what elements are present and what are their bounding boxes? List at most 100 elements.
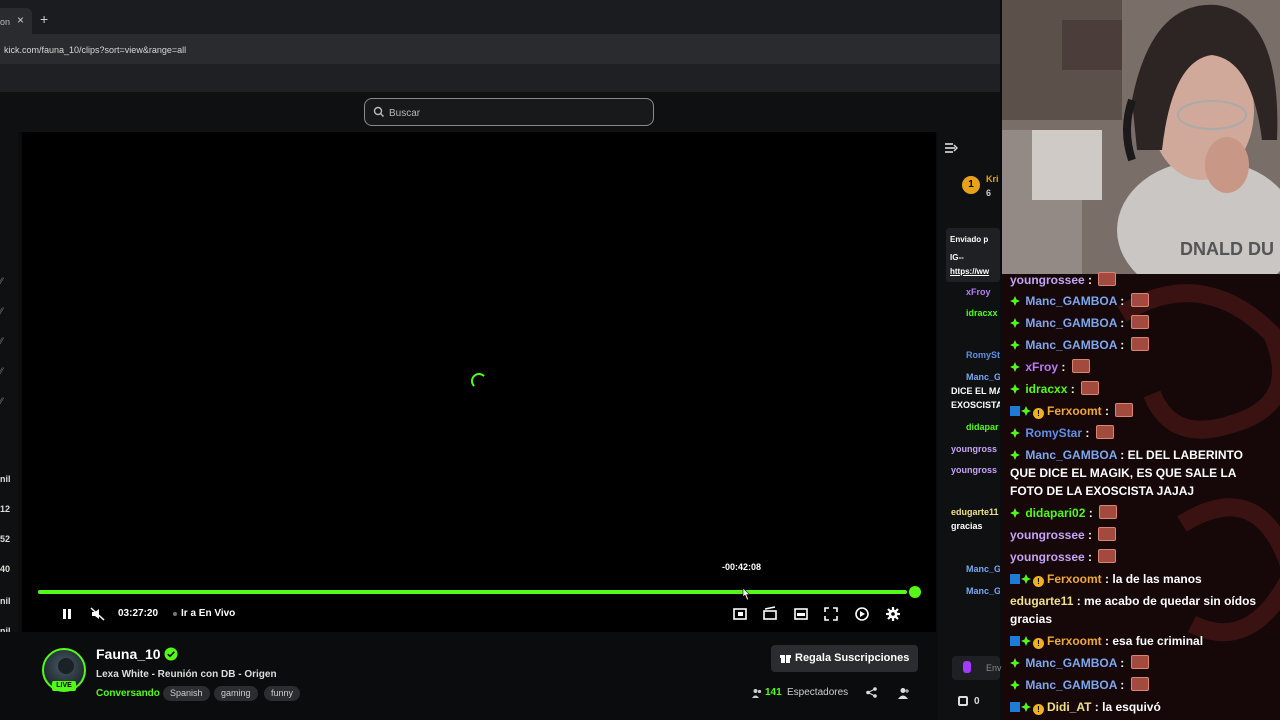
page-chat-item[interactable]: edugarte11 — [951, 507, 1000, 517]
sidebar-viewer-count: 52 — [0, 534, 11, 544]
stream-title: Lexa White - Reunión con DB - Origen — [96, 669, 277, 680]
page-chat-item[interactable]: youngross — [951, 444, 1000, 454]
seek-handle[interactable] — [909, 586, 921, 598]
pinned-link[interactable]: https://ww — [950, 267, 989, 276]
emote-image — [1081, 381, 1100, 395]
chat-username[interactable]: youngrossee — [1010, 273, 1085, 287]
playback-time: 03:27:20 — [118, 608, 159, 619]
chat-username[interactable]: Ferxoomt — [1047, 634, 1102, 648]
subscriber-badge-icon — [1010, 702, 1020, 712]
chat-message: xFroy : — [1010, 358, 1272, 376]
chat-username[interactable]: Manc_GAMBOA — [1025, 316, 1117, 330]
camera-icon[interactable] — [762, 606, 778, 622]
chat-username[interactable]: youngrossee — [1010, 528, 1085, 542]
sidebar-icon[interactable]: ⁄⁄ — [0, 366, 3, 376]
gem-badge-icon — [1021, 574, 1031, 584]
page-chat-item[interactable]: idracxx — [966, 308, 1000, 318]
viewers-icon — [752, 689, 762, 698]
page-chat-item[interactable]: RomySt — [966, 350, 1000, 360]
go-live-button[interactable]: Ir a En Vivo — [181, 608, 235, 619]
tag-chip[interactable]: Spanish — [163, 686, 210, 701]
tab-label: on — [0, 17, 11, 27]
chat-text: la de las manos — [1112, 572, 1202, 586]
browser-tab-strip: on × + — [0, 0, 1000, 34]
chat-message: ! Ferxoomt : la de las manos — [1010, 570, 1272, 588]
live-status-dot — [173, 612, 177, 616]
top-gifter-name[interactable]: Kri — [986, 174, 1002, 184]
tag-chip[interactable]: funny — [264, 686, 301, 701]
chat-message: didapari02 : — [1010, 504, 1272, 522]
category-link[interactable]: Conversando — [96, 688, 160, 699]
chat-username[interactable]: edugarte11 — [1010, 594, 1073, 608]
pause-icon[interactable] — [59, 606, 75, 622]
chat-username[interactable]: Manc_GAMBOA — [1025, 338, 1117, 352]
emote-image — [1130, 337, 1149, 351]
page-chat-item[interactable]: youngross — [951, 465, 1000, 475]
page-chat-item[interactable]: gracias — [951, 521, 1000, 531]
channel-name[interactable]: Fauna_10 — [96, 646, 161, 662]
chat-username[interactable]: Manc_GAMBOA — [1025, 678, 1117, 692]
share-icon[interactable] — [866, 687, 877, 698]
gifter-badge-icon: ! — [1033, 638, 1044, 649]
chat-username[interactable]: Manc_GAMBOA — [1025, 656, 1117, 670]
emote-image — [1095, 425, 1114, 439]
tag-chip[interactable]: gaming — [214, 686, 258, 701]
gem-badge-icon — [1021, 636, 1031, 646]
gift-subscriptions-button[interactable]: Regala Suscripciones — [771, 645, 918, 672]
gem-badge-icon — [1010, 658, 1020, 668]
mute-icon[interactable] — [90, 606, 106, 622]
page-chat-item[interactable]: didapar — [966, 422, 1000, 432]
chat-message: youngrossee : — [1010, 548, 1272, 566]
chat-username[interactable]: Didi_AT — [1047, 700, 1091, 714]
sidebar-viewer-count: nil — [0, 596, 11, 606]
gem-badge-icon — [1010, 428, 1020, 438]
emote-image — [1130, 655, 1149, 669]
chat-message: idracxx : — [1010, 380, 1272, 398]
browser-tab[interactable]: on — [0, 8, 32, 34]
chat-username[interactable]: idracxx — [1025, 382, 1067, 396]
search-box[interactable] — [364, 98, 654, 126]
chat-username[interactable]: didapari02 — [1025, 506, 1085, 520]
settings-gear-icon[interactable] — [885, 606, 901, 622]
page-chat-item[interactable]: xFroy — [966, 287, 1000, 297]
chat-username[interactable]: youngrossee — [1010, 550, 1085, 564]
chat-username[interactable]: Ferxoomt — [1047, 572, 1102, 586]
chat-username[interactable]: Ferxoomt — [1047, 404, 1102, 418]
new-tab-icon[interactable]: + — [40, 12, 48, 26]
sidebar-icon[interactable]: ⁄⁄ — [0, 396, 3, 406]
streamer-webcam-image: DNALD DU — [1002, 0, 1280, 274]
chat-message: Manc_GAMBOA : — [1010, 654, 1272, 672]
chat-username[interactable]: Manc_GAMBOA — [1025, 448, 1117, 462]
chat-text: la esquivó — [1102, 700, 1161, 714]
page-chat-item[interactable]: DICE EL MA — [951, 386, 1000, 396]
search-input[interactable] — [389, 105, 639, 121]
playback-speed-icon[interactable] — [854, 606, 870, 622]
sidebar-icon[interactable]: ⁄⁄ — [0, 276, 3, 286]
chat-username[interactable]: Manc_GAMBOA — [1025, 294, 1117, 308]
chat-message: ! Ferxoomt : esa fue criminal — [1010, 632, 1272, 650]
sidebar-icon[interactable]: ⁄⁄ — [0, 306, 3, 316]
chat-username[interactable]: RomyStar — [1025, 426, 1082, 440]
chat-vault-icon[interactable] — [958, 696, 968, 706]
sidebar-icon[interactable]: ⁄⁄ — [0, 336, 3, 346]
gift-subscriptions-label: Regala Suscripciones — [795, 652, 910, 664]
fullscreen-icon[interactable] — [823, 606, 839, 622]
url-text[interactable]: kick.com/fauna_10/clips?sort=view&range=… — [4, 45, 186, 55]
emote-image — [1099, 505, 1118, 519]
chat-username[interactable]: xFroy — [1025, 360, 1058, 374]
microphone-icon[interactable] — [963, 661, 971, 673]
page-chat-item[interactable]: Manc_G — [966, 564, 1000, 574]
seek-bar[interactable] — [38, 590, 907, 594]
page-chat-item[interactable]: Manc_G — [966, 372, 1000, 382]
theater-mode-icon[interactable] — [793, 606, 809, 622]
mouse-cursor-icon — [742, 588, 751, 601]
follow-user-icon[interactable] — [898, 687, 910, 699]
chat-message: ! Didi_AT : la esquivó — [1010, 698, 1272, 716]
clip-icon[interactable] — [732, 606, 748, 622]
page-chat-item[interactable]: EXOSCISTA — [951, 400, 1000, 410]
collapse-chat-icon[interactable] — [944, 142, 958, 154]
tab-close-icon[interactable]: × — [17, 14, 24, 26]
page-chat-item[interactable]: Manc_G — [966, 586, 1000, 596]
chat-message: edugarte11 : me acabo de quedar sin oído… — [1010, 594, 1257, 626]
svg-text:DNALD DU: DNALD DU — [1180, 239, 1274, 259]
